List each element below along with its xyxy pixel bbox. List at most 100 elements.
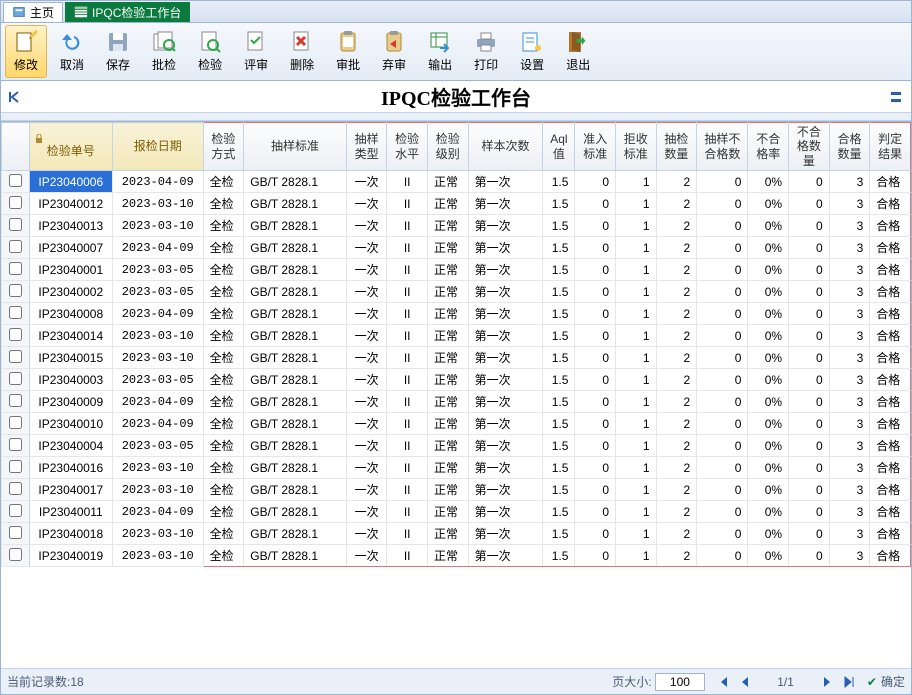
col-14[interactable]: 不合格数量	[789, 123, 830, 171]
table-row[interactable]: IP230400122023-03-10全检GB/T 2828.1一次II正常第…	[2, 193, 911, 215]
row-checkbox[interactable]	[9, 350, 22, 363]
print-button[interactable]: 打印	[465, 25, 507, 78]
prev-page-button[interactable]	[736, 673, 754, 691]
delete-button[interactable]: 删除	[281, 25, 323, 78]
inspect-button[interactable]: 检验	[189, 25, 231, 78]
table-row[interactable]: IP230400142023-03-10全检GB/T 2828.1一次II正常第…	[2, 325, 911, 347]
next-page-button[interactable]	[818, 673, 836, 691]
table-row[interactable]: IP230400032023-03-05全检GB/T 2828.1一次II正常第…	[2, 369, 911, 391]
table-row[interactable]: IP230400092023-04-09全检GB/T 2828.1一次II正常第…	[2, 391, 911, 413]
table-row[interactable]: IP230400102023-04-09全检GB/T 2828.1一次II正常第…	[2, 413, 911, 435]
table-row[interactable]: IP230400062023-04-09全检GB/T 2828.1一次II正常第…	[2, 171, 911, 193]
cell: 第一次	[468, 435, 543, 457]
cell: 2023-03-10	[112, 479, 203, 501]
cancel-button[interactable]: 取消	[51, 25, 93, 78]
col-5[interactable]: 检验水平	[387, 123, 428, 171]
row-checkbox[interactable]	[9, 394, 22, 407]
approve-button[interactable]: 审批	[327, 25, 369, 78]
table-row[interactable]: IP230400012023-03-05全检GB/T 2828.1一次II正常第…	[2, 259, 911, 281]
col-4[interactable]: 抽样类型	[346, 123, 387, 171]
table-row[interactable]: IP230400112023-04-09全检GB/T 2828.1一次II正常第…	[2, 501, 911, 523]
row-checkbox[interactable]	[9, 218, 22, 231]
cell: 合格	[870, 457, 911, 479]
table-row[interactable]: IP230400162023-03-10全检GB/T 2828.1一次II正常第…	[2, 457, 911, 479]
cell: GB/T 2828.1	[244, 391, 347, 413]
cell: 0	[697, 281, 748, 303]
collapse-right-icon[interactable]	[889, 89, 905, 105]
row-checkbox[interactable]	[9, 482, 22, 495]
col-15[interactable]: 合格数量	[829, 123, 870, 171]
pagesize-label: 页大小:	[612, 673, 651, 690]
col-8[interactable]: Aql值	[543, 123, 575, 171]
col-3[interactable]: 抽样标准	[244, 123, 347, 171]
row-checkbox[interactable]	[9, 262, 22, 275]
row-checkbox[interactable]	[9, 372, 22, 385]
col-6[interactable]: 检验级别	[427, 123, 468, 171]
collapse-left-icon[interactable]	[7, 89, 23, 105]
row-checkbox[interactable]	[9, 460, 22, 473]
cell: 全检	[203, 457, 244, 479]
confirm-button[interactable]: 确定	[881, 673, 905, 690]
cell: IP23040003	[29, 369, 112, 391]
grid-icon	[74, 5, 88, 19]
review-button[interactable]: 评审	[235, 25, 277, 78]
table-row[interactable]: IP230400042023-03-05全检GB/T 2828.1一次II正常第…	[2, 435, 911, 457]
table-row[interactable]: IP230400072023-04-09全检GB/T 2828.1一次II正常第…	[2, 237, 911, 259]
cell: 2	[656, 369, 697, 391]
cell: 1.5	[543, 545, 575, 567]
col-11[interactable]: 抽检数量	[656, 123, 697, 171]
cell: 第一次	[468, 457, 543, 479]
cell: 一次	[346, 369, 387, 391]
row-checkbox[interactable]	[9, 284, 22, 297]
row-checkbox[interactable]	[9, 416, 22, 429]
export-button[interactable]: 输出	[419, 25, 461, 78]
row-checkbox[interactable]	[9, 240, 22, 253]
first-page-button[interactable]	[714, 673, 732, 691]
cell: 0	[697, 237, 748, 259]
col-checkbox[interactable]	[2, 123, 30, 171]
cell: II	[387, 215, 428, 237]
batch-button[interactable]: 批检	[143, 25, 185, 78]
row-checkbox[interactable]	[9, 438, 22, 451]
col-9[interactable]: 准入标准	[575, 123, 616, 171]
row-checkbox[interactable]	[9, 174, 22, 187]
cell: 全检	[203, 259, 244, 281]
col-id[interactable]: 检验单号	[29, 123, 112, 171]
table-row[interactable]: IP230400082023-04-09全检GB/T 2828.1一次II正常第…	[2, 303, 911, 325]
col-16[interactable]: 判定结果	[870, 123, 911, 171]
discard-button[interactable]: 弃审	[373, 25, 415, 78]
cell: 正常	[427, 347, 468, 369]
exit-button[interactable]: 退出	[557, 25, 599, 78]
grid-container[interactable]: 检验单号 报检日期 检验方式抽样标准抽样类型检验水平检验级别样本次数Aql值准入…	[1, 121, 911, 668]
cell: 0%	[748, 523, 789, 545]
row-checkbox[interactable]	[9, 548, 22, 561]
table-row[interactable]: IP230400192023-03-10全检GB/T 2828.1一次II正常第…	[2, 545, 911, 567]
settings-button[interactable]: 设置	[511, 25, 553, 78]
row-checkbox[interactable]	[9, 526, 22, 539]
tab-ipqc[interactable]: IPQC检验工作台	[65, 2, 190, 22]
col-12[interactable]: 抽样不合格数	[697, 123, 748, 171]
table-row[interactable]: IP230400152023-03-10全检GB/T 2828.1一次II正常第…	[2, 347, 911, 369]
col-date[interactable]: 报检日期	[112, 123, 203, 171]
last-page-button[interactable]	[840, 673, 858, 691]
row-checkbox[interactable]	[9, 306, 22, 319]
modify-button[interactable]: 修改	[5, 25, 47, 78]
cell: IP23040012	[29, 193, 112, 215]
cell: IP23040008	[29, 303, 112, 325]
table-row[interactable]: IP230400182023-03-10全检GB/T 2828.1一次II正常第…	[2, 523, 911, 545]
cell: 1	[616, 325, 657, 347]
row-checkbox[interactable]	[9, 328, 22, 341]
col-13[interactable]: 不合格率	[748, 123, 789, 171]
pagesize-input[interactable]	[655, 673, 705, 691]
table-row[interactable]: IP230400172023-03-10全检GB/T 2828.1一次II正常第…	[2, 479, 911, 501]
tab-home[interactable]: 主页	[3, 2, 63, 22]
save-button[interactable]: 保存	[97, 25, 139, 78]
col-10[interactable]: 拒收标准	[616, 123, 657, 171]
cell: 2	[656, 501, 697, 523]
col-7[interactable]: 样本次数	[468, 123, 543, 171]
row-checkbox[interactable]	[9, 504, 22, 517]
row-checkbox[interactable]	[9, 196, 22, 209]
col-2[interactable]: 检验方式	[203, 123, 244, 171]
table-row[interactable]: IP230400022023-03-05全检GB/T 2828.1一次II正常第…	[2, 281, 911, 303]
table-row[interactable]: IP230400132023-03-10全检GB/T 2828.1一次II正常第…	[2, 215, 911, 237]
